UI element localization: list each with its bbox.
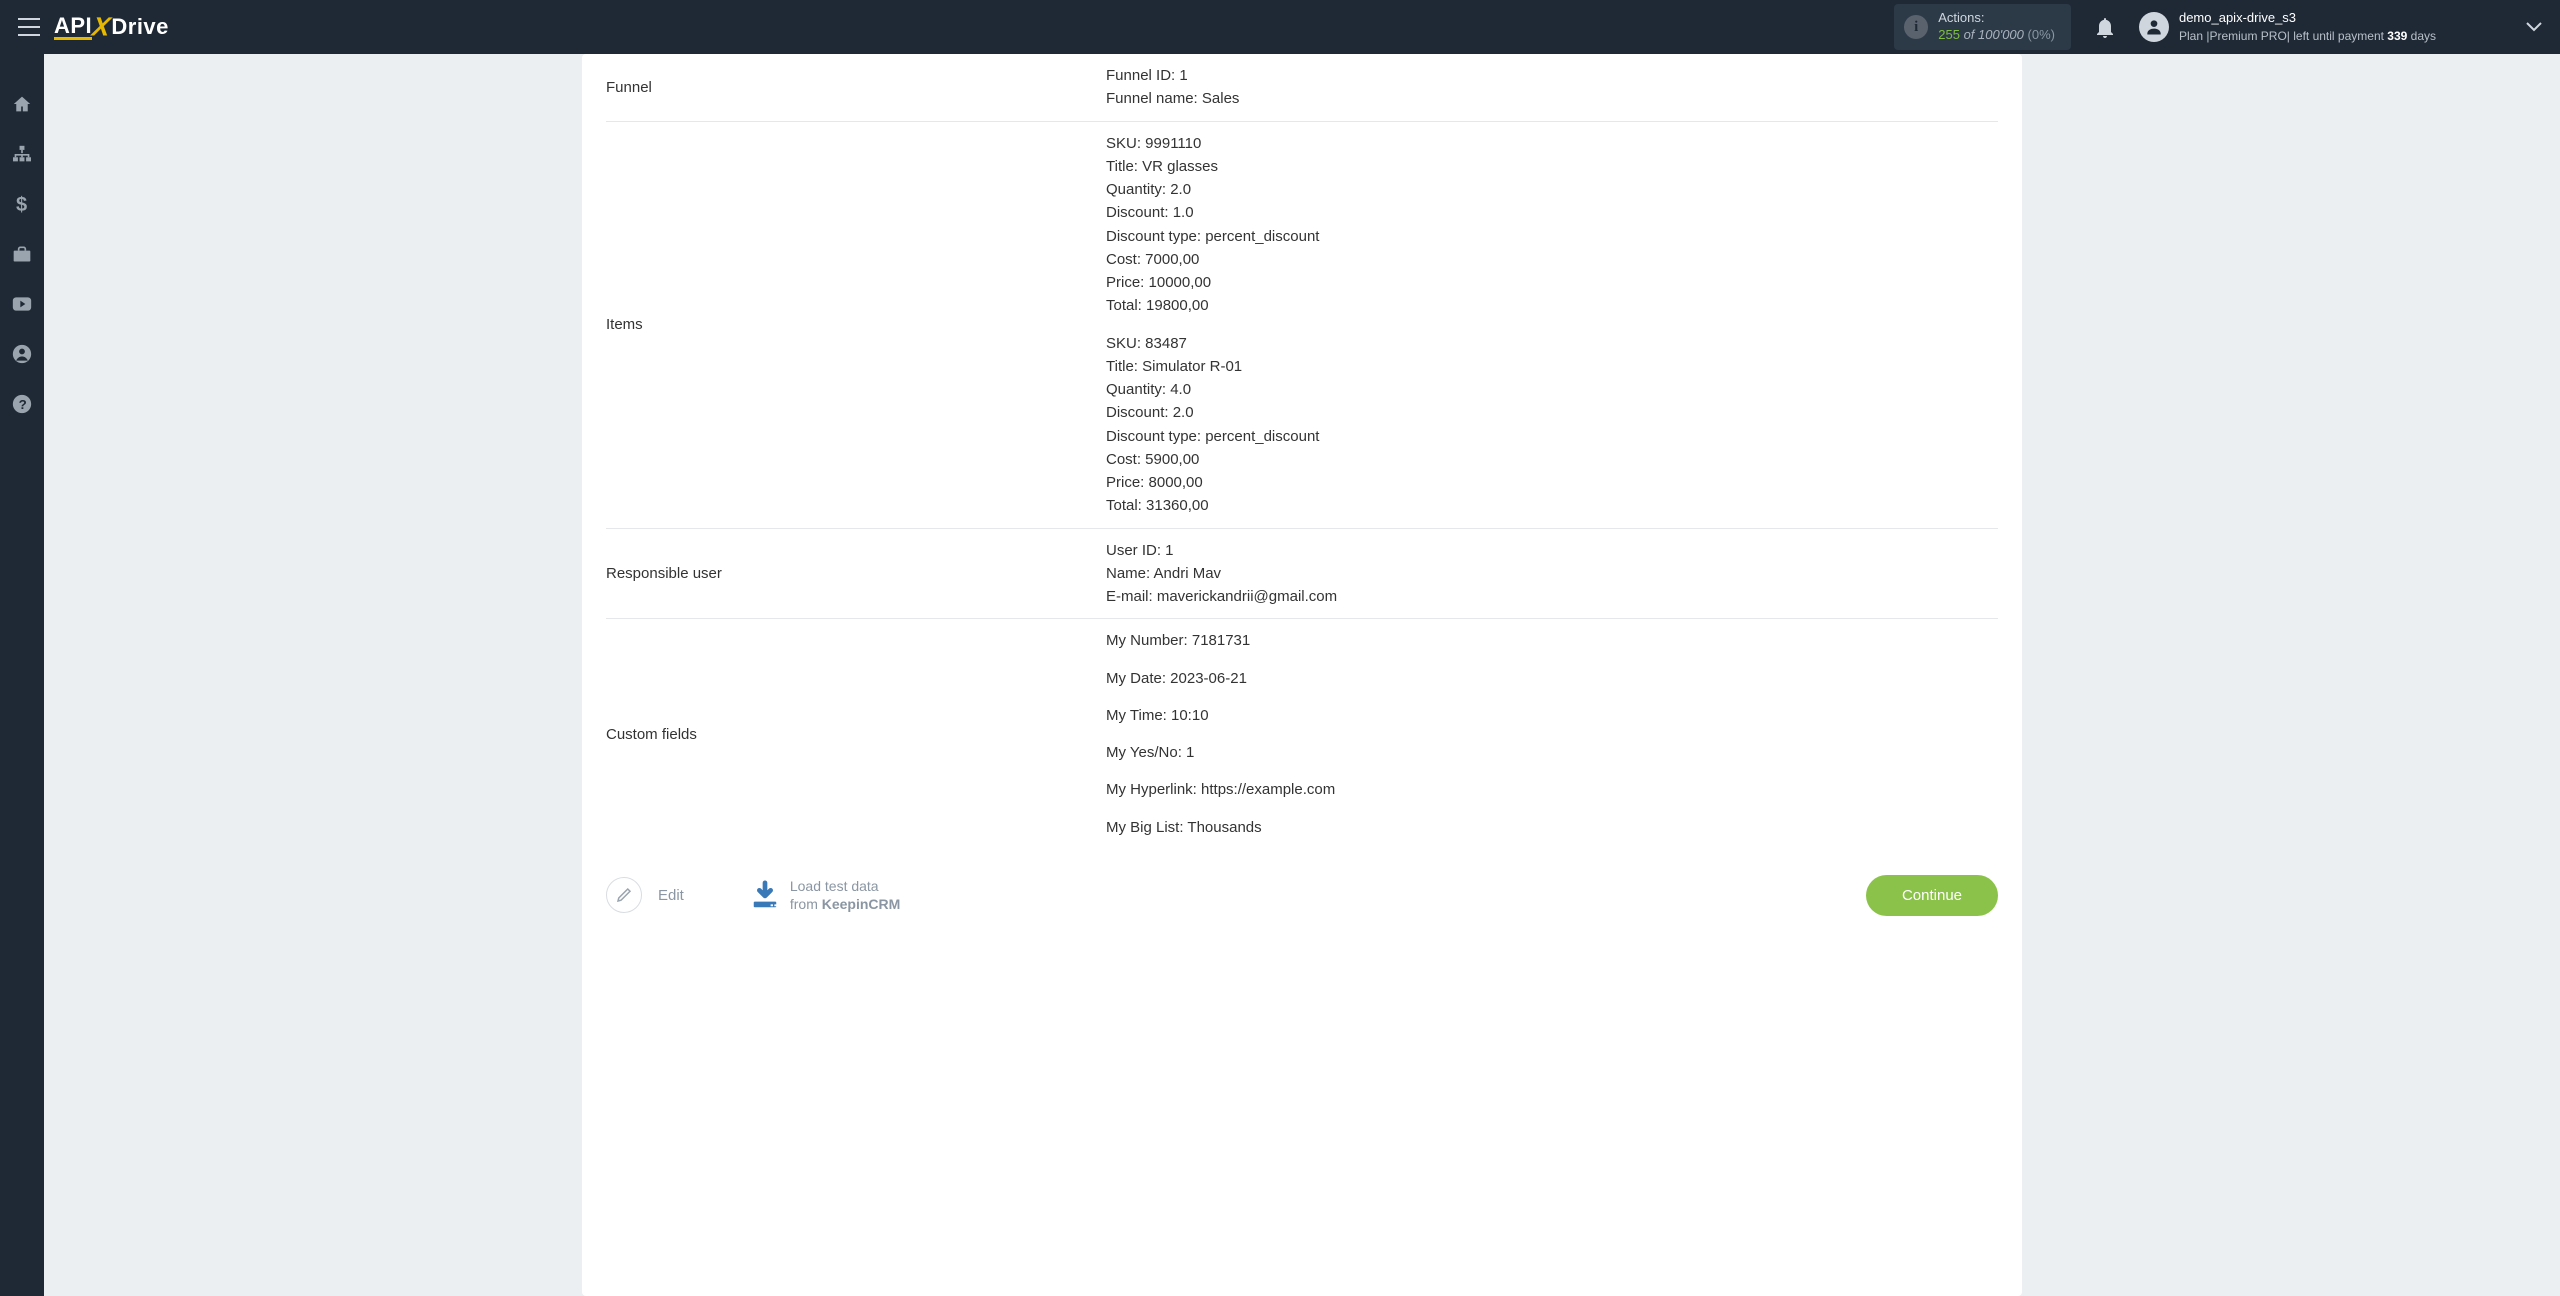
- load-test-data[interactable]: Load test data from KeepinCRM: [750, 877, 900, 913]
- actions-text: Actions: 255 of 100'000 (0%): [1938, 10, 2055, 44]
- brand-x-icon: X: [90, 11, 113, 42]
- notifications-icon[interactable]: [2095, 16, 2115, 38]
- field-value: User ID: 1Name: Andri MavE-mail: maveric…: [1106, 539, 1998, 609]
- sitemap-icon[interactable]: [12, 144, 32, 164]
- help-icon[interactable]: ?: [12, 394, 32, 414]
- dollar-icon[interactable]: $: [12, 194, 32, 214]
- topbar: APIXDrive i Actions: 255 of 100'000 (0%)…: [0, 0, 2560, 54]
- row-responsible: Responsible user User ID: 1Name: Andri M…: [606, 529, 1998, 620]
- svg-text:$: $: [16, 194, 27, 214]
- svg-text:?: ?: [19, 397, 27, 412]
- avatar-icon: [2139, 12, 2169, 42]
- field-label: Funnel: [606, 79, 1086, 96]
- load-text: Load test data from KeepinCRM: [790, 877, 900, 913]
- sidebar: $ ?: [0, 54, 44, 1296]
- home-icon[interactable]: [12, 94, 32, 114]
- row-funnel: Funnel Funnel ID: 1 Funnel name: Sales: [606, 54, 1998, 122]
- download-icon: [750, 880, 780, 910]
- field-label: Items: [606, 316, 1086, 333]
- card-footer: Edit Load test data from KeepinCRM Conti…: [606, 849, 1998, 916]
- content-card: Funnel Funnel ID: 1 Funnel name: Sales I…: [582, 54, 2022, 1296]
- brand-logo[interactable]: APIXDrive: [54, 14, 169, 40]
- user-menu[interactable]: demo_apix-drive_s3 Plan |Premium PRO| le…: [2139, 9, 2542, 44]
- edit-label[interactable]: Edit: [658, 887, 684, 904]
- youtube-icon[interactable]: [12, 294, 32, 314]
- continue-button[interactable]: Continue: [1866, 875, 1998, 916]
- chevron-down-icon[interactable]: [2526, 22, 2542, 32]
- profile-icon[interactable]: [12, 344, 32, 364]
- field-value: My Number: 7181731 My Date: 2023-06-21 M…: [1106, 629, 1998, 839]
- field-label: Responsible user: [606, 565, 1086, 582]
- actions-counter[interactable]: i Actions: 255 of 100'000 (0%): [1894, 4, 2071, 50]
- briefcase-icon[interactable]: [12, 244, 32, 264]
- brand-part2: Drive: [111, 14, 169, 40]
- edit-button[interactable]: [606, 877, 642, 913]
- row-custom: Custom fields My Number: 7181731 My Date…: [606, 619, 1998, 849]
- info-icon: i: [1904, 15, 1928, 39]
- field-value: Funnel ID: 1 Funnel name: Sales: [1106, 64, 1998, 111]
- field-value: SKU: 9991110Title: VR glassesQuantity: 2…: [1106, 132, 1998, 518]
- field-label: Custom fields: [606, 726, 1086, 743]
- user-text: demo_apix-drive_s3 Plan |Premium PRO| le…: [2179, 9, 2436, 44]
- brand-part1: API: [54, 14, 92, 40]
- row-items: Items SKU: 9991110Title: VR glassesQuant…: [606, 122, 1998, 529]
- menu-icon[interactable]: [18, 18, 40, 36]
